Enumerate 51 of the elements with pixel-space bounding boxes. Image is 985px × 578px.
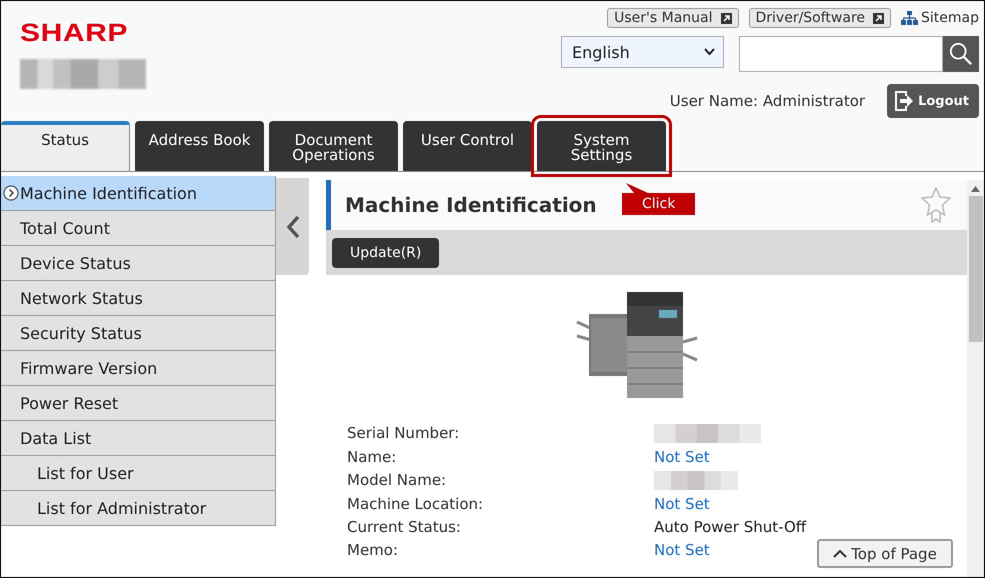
link-button[interactable]: Driver/Software [748, 8, 892, 28]
field-value-link[interactable]: Not Set [654, 448, 710, 466]
link-button[interactable]: User's Manual [607, 8, 738, 28]
sidebar-item[interactable]: Power Reset [1, 386, 275, 421]
sidebar-item[interactable]: List for User [1, 456, 275, 491]
sidebar-item[interactable]: Security Status [1, 316, 275, 351]
chevron-circle-icon [3, 185, 19, 201]
search-button[interactable] [943, 36, 979, 72]
sidebar-item[interactable]: Machine Identification [1, 176, 275, 211]
nav-tab[interactable]: User Control [403, 121, 532, 171]
sidebar-item[interactable]: Data List [1, 421, 275, 456]
field-label: Name: [347, 448, 398, 466]
scroll-up-icon[interactable] [971, 186, 980, 192]
page-title: Machine Identification [345, 193, 597, 217]
sidebar-item[interactable]: Total Count [1, 211, 275, 246]
logout-button[interactable]: Logout [887, 84, 979, 118]
field-label: Memo: [347, 541, 400, 559]
search-field[interactable] [739, 36, 943, 72]
star-icon[interactable] [921, 187, 951, 223]
nav-tab[interactable]: System Settings [537, 121, 666, 171]
user-name-label: User Name: Administrator [670, 92, 866, 110]
nav-tab[interactable]: Status [1, 121, 130, 171]
sidebar-item[interactable]: Firmware Version [1, 351, 275, 386]
caret-up-icon [833, 549, 848, 558]
search-icon [949, 41, 973, 67]
field-label: Serial Number: [347, 424, 460, 443]
brand-logo: SHARP [20, 21, 130, 45]
sidebar-item[interactable]: List for Administrator [1, 491, 275, 526]
nav-tab[interactable]: Document Operations [269, 121, 398, 171]
field-label: Model Name: [347, 471, 448, 490]
sidebar-item[interactable]: Network Status [1, 281, 275, 316]
chevron-down-icon [704, 48, 715, 56]
scrollbar[interactable] [967, 180, 984, 577]
collapse-handle[interactable] [276, 178, 309, 275]
field-label: Current Status: [347, 518, 462, 536]
language-select[interactable]: English [561, 36, 724, 68]
field-value: Auto Power Shut-Off [654, 518, 806, 536]
sitemap-icon [901, 11, 918, 25]
update-button[interactable]: Update(R) [332, 238, 440, 268]
field-value-link[interactable]: Not Set [654, 495, 710, 513]
external-link-icon [873, 12, 884, 24]
nav-tab[interactable]: Address Book [135, 121, 264, 171]
chevron-left-icon [286, 214, 300, 238]
field-value-link[interactable]: Not Set [654, 541, 710, 559]
field-label: Machine Location: [347, 495, 484, 513]
callout-pointer [626, 183, 648, 193]
sitemap-link[interactable]: Sitemap [901, 10, 979, 26]
top-of-page-button[interactable]: Top of Page [817, 539, 953, 568]
sidebar-item[interactable]: Device Status [1, 246, 275, 281]
logout-icon [894, 90, 914, 112]
external-link-icon [720, 12, 732, 24]
